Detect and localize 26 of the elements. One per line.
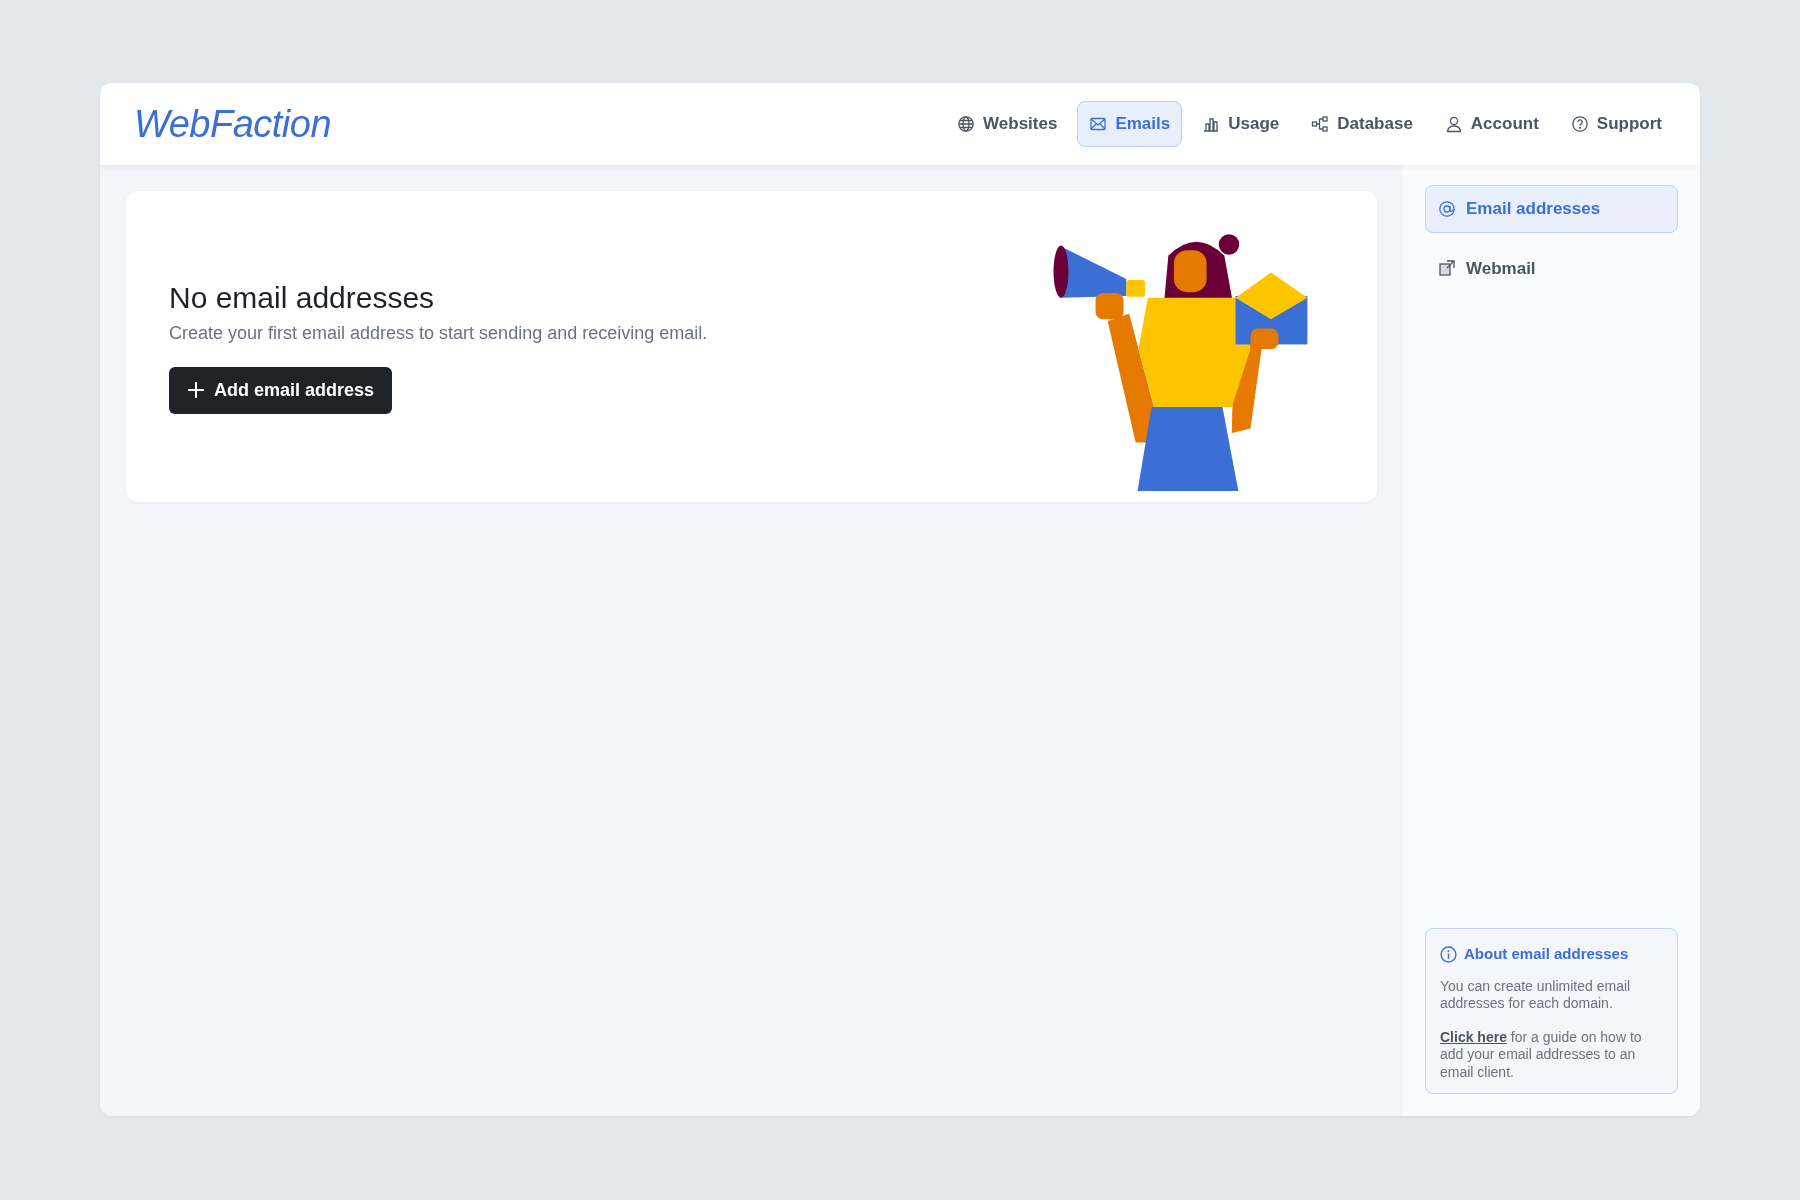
sidebar-item[interactable]: Webmail [1425,244,1678,292]
info-text: You can create unlimited email addresses for each domain. [1440,977,1632,1013]
info-title: About email addresses [1464,944,1629,964]
external-link-icon [1438,259,1456,278]
nav-tab[interactable]: Support [1558,101,1674,147]
envelope-icon [1089,115,1108,133]
sidebar-item[interactable]: Email addresses [1425,185,1678,233]
nav-tab[interactable]: Usage [1190,101,1292,147]
plus-icon [187,381,205,399]
diagram-icon [1311,115,1330,133]
bar-chart-icon [1202,115,1221,133]
info-icon [1440,945,1457,963]
at-sign-icon [1438,199,1456,218]
help-icon [1570,115,1589,133]
nav-tab[interactable]: Emails [1077,101,1183,147]
user-icon [1444,115,1463,133]
empty-state-text: Create your first email address to start sending and receiving email. [169,321,708,345]
add-email-button[interactable]: Add email address [169,366,393,414]
nav-tab[interactable]: Account [1432,101,1551,147]
logo[interactable]: WebFaction [134,95,332,153]
guide-link[interactable]: Click here [1440,1028,1507,1045]
globe-icon [957,115,976,133]
nav-tab[interactable]: Websites [945,101,1070,147]
nav-tab[interactable]: Database [1299,101,1425,147]
info-guide-text: Click here for a guide on how to add your email addresses to an email client. [1440,1028,1643,1081]
empty-state-title: No email addresses [169,279,435,316]
